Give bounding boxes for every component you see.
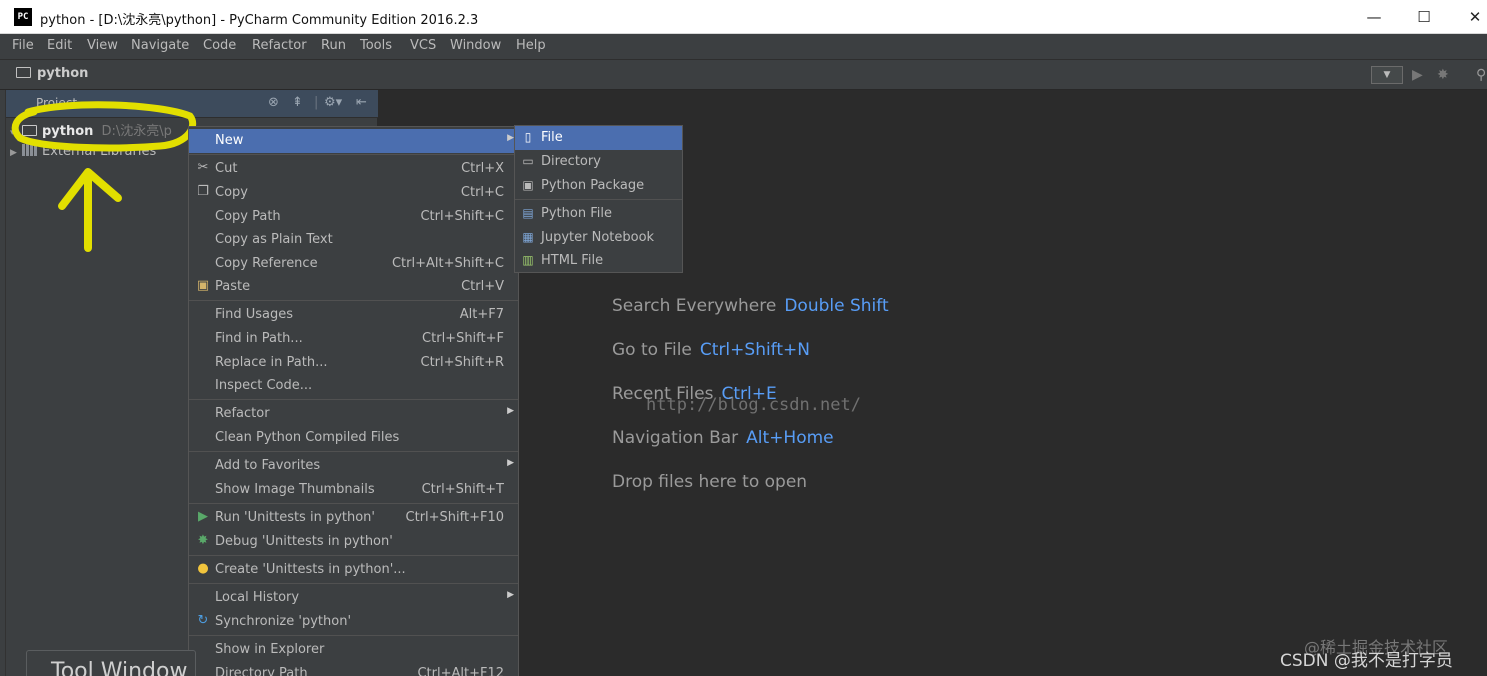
menu-item-inspect-code[interactable]: Inspect Code... [189, 374, 518, 398]
submenu-item-python-package[interactable]: ▣ Python Package [515, 174, 682, 198]
submenu-arrow-icon: ▶ [507, 458, 514, 468]
csdn-watermark: CSDN @我不是打字员 [1280, 651, 1453, 671]
run-icon: ▶ [198, 509, 208, 524]
menu-separator [189, 503, 518, 504]
paste-icon: ▣ [196, 278, 210, 293]
menu-item-copy-reference[interactable]: Copy Reference Ctrl+Alt+Shift+C [189, 252, 518, 276]
tool-window-label: Tool Window [51, 659, 188, 676]
menu-item-copy-plain-text[interactable]: Copy as Plain Text [189, 228, 518, 252]
menu-separator [515, 199, 682, 200]
html-file-icon: ▥ [522, 253, 534, 267]
hint-drop-files: Drop files here to open [612, 472, 808, 492]
python-file-icon: ▤ [522, 206, 534, 220]
menu-item-synchronize[interactable]: ↻ Synchronize 'python' [189, 610, 518, 634]
hint-search-everywhere: Search Everywhere Double Shift [612, 296, 889, 316]
annotation-circle-python [11, 101, 197, 152]
sync-icon: ↻ [197, 613, 209, 628]
menu-item-clean-compiled[interactable]: Clean Python Compiled Files [189, 426, 518, 450]
file-icon: ▯ [524, 130, 532, 144]
annotation-arrow-up [58, 168, 122, 252]
folder-icon: ▭ [522, 154, 534, 168]
menu-separator [189, 583, 518, 584]
shortcut-key: Alt+Home [746, 428, 834, 448]
menu-separator [189, 154, 518, 155]
notebook-icon: ▦ [522, 230, 534, 244]
submenu-item-python-file[interactable]: ▤ Python File [515, 202, 682, 226]
menu-item-local-history[interactable]: Local History ▶ [189, 586, 518, 610]
menu-separator [189, 451, 518, 452]
menu-item-copy-path[interactable]: Copy Path Ctrl+Shift+C [189, 205, 518, 229]
menu-item-show-in-explorer[interactable]: Show in Explorer [189, 638, 518, 662]
new-submenu: ▯ File ▭ Directory ▣ Python Package ▤ Python… [514, 125, 683, 273]
submenu-item-jupyter-notebook[interactable]: ▦ Jupyter Notebook [515, 226, 682, 250]
menu-item-find-usages[interactable]: Find Usages Alt+F7 [189, 303, 518, 327]
menu-item-paste[interactable]: ▣ Paste Ctrl+V [189, 275, 518, 299]
menu-item-create-unittests[interactable]: ● Create 'Unittests in python'... [189, 558, 518, 582]
menu-item-debug-unittests[interactable]: ✸ Debug 'Unittests in python' [189, 530, 518, 554]
menu-item-add-to-favorites[interactable]: Add to Favorites ▶ [189, 454, 518, 478]
package-icon: ▣ [522, 178, 534, 192]
menu-separator [189, 635, 518, 636]
submenu-item-html-file[interactable]: ▥ HTML File [515, 249, 682, 273]
menu-item-copy[interactable]: ❐ Copy Ctrl+C [189, 181, 518, 205]
menu-item-replace-in-path[interactable]: Replace in Path... Ctrl+Shift+R [189, 351, 518, 375]
hint-navigation-bar: Navigation Bar Alt+Home [612, 428, 834, 448]
debug-icon: ✸ [197, 533, 209, 548]
submenu-arrow-icon: ▶ [507, 133, 514, 143]
menu-item-new[interactable]: New ▶ [189, 129, 518, 153]
menu-separator [189, 555, 518, 556]
submenu-item-directory[interactable]: ▭ Directory [515, 150, 682, 174]
menu-item-run-unittests[interactable]: ▶ Run 'Unittests in python' Ctrl+Shift+F10 [189, 506, 518, 530]
menu-item-show-thumbnails[interactable]: Show Image Thumbnails Ctrl+Shift+T [189, 478, 518, 502]
shortcut-key: Double Shift [784, 296, 889, 316]
copy-icon: ❐ [197, 184, 209, 199]
menu-separator [189, 300, 518, 301]
menu-item-find-in-path[interactable]: Find in Path... Ctrl+Shift+F [189, 327, 518, 351]
tool-window-popup: Tool Window [26, 650, 196, 676]
menu-separator [189, 399, 518, 400]
hint-go-to-file: Go to File Ctrl+Shift+N [612, 340, 810, 360]
submenu-item-file[interactable]: ▯ File [515, 126, 682, 150]
shortcut-key: Ctrl+Shift+N [699, 340, 810, 360]
scissors-icon: ✂ [197, 160, 209, 175]
python-icon: ● [197, 561, 209, 576]
submenu-arrow-icon: ▶ [507, 590, 514, 600]
context-menu: New ▶ ✂ Cut Ctrl+X ❐ Copy Ctrl+C Copy Path Ctr… [188, 126, 519, 676]
menu-item-cut[interactable]: ✂ Cut Ctrl+X [189, 157, 518, 181]
menu-item-directory-path[interactable]: Directory Path Ctrl+Alt+F12 [189, 662, 518, 676]
submenu-arrow-icon: ▶ [507, 406, 514, 416]
url-watermark: http://blog.csdn.net/ [646, 395, 861, 415]
menu-item-refactor[interactable]: Refactor ▶ [189, 402, 518, 426]
